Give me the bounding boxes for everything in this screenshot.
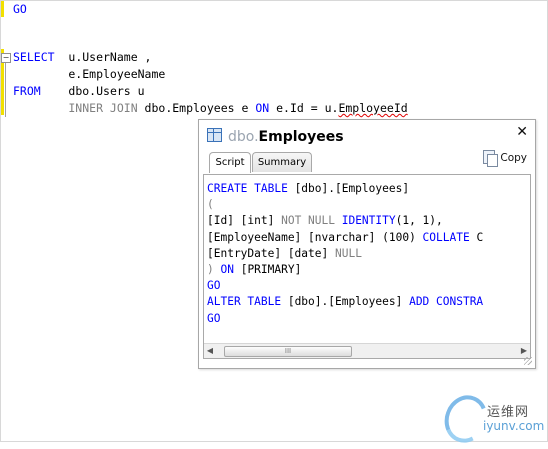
code-token: FROM: [13, 84, 41, 98]
tab-script[interactable]: Script: [209, 152, 251, 173]
copy-icon: [483, 150, 499, 167]
collapse-toggle-icon[interactable]: −: [1, 53, 11, 63]
code-token: GO: [13, 2, 27, 16]
script-token: ADD CONSTRA: [409, 295, 484, 309]
script-token: [EntryDate] [date]: [207, 246, 335, 260]
script-token: [Id] [int]: [207, 214, 282, 228]
close-icon[interactable]: ✕: [516, 124, 528, 140]
scroll-thumb[interactable]: III: [224, 346, 352, 357]
script-line: (: [207, 197, 483, 213]
script-token: ): [207, 263, 221, 277]
scroll-right-icon[interactable]: ▶: [518, 345, 530, 357]
watermark-logo: 运维网 iyunv.com: [438, 389, 545, 449]
script-token: ALTER TABLE: [207, 295, 288, 309]
code-line[interactable]: SELECT u.UserName ,: [13, 49, 151, 66]
script-token: ON: [220, 263, 241, 277]
resize-grip-icon[interactable]: [524, 357, 532, 365]
table-name: Employees: [258, 129, 344, 145]
change-marker: [1, 1, 4, 17]
script-token: [EmployeeName] [nvarchar]: [207, 230, 383, 244]
scroll-left-icon[interactable]: ◀: [204, 345, 216, 357]
script-line: ALTER TABLE [dbo].[Employees] ADD CONSTR…: [207, 294, 483, 310]
script-token: COLLATE: [422, 230, 477, 244]
flagged-identifier: EmployeeId: [338, 101, 408, 115]
code-line[interactable]: GO: [13, 1, 27, 18]
script-line: GO: [207, 278, 483, 294]
script-token: [dbo].[Employees]: [287, 295, 410, 309]
watermark-text: 运维网: [487, 405, 530, 420]
script-token: GO: [207, 279, 221, 293]
copy-button[interactable]: Copy: [483, 150, 527, 167]
outline-line: [5, 59, 6, 117]
code-token: dbo.Users u: [40, 84, 145, 98]
code-token: INNER JOIN: [13, 101, 138, 115]
code-line[interactable]: INNER JOIN dbo.Employees e ON e.Id = u.E…: [13, 100, 408, 117]
popup-title: dbo.Employees: [207, 126, 344, 148]
code-token: e.Id = u.: [269, 101, 339, 115]
script-line: GO: [207, 311, 483, 327]
script-token: NOT NULL: [281, 214, 342, 228]
editor-window: − GO SELECT u.UserName , e.EmployeeName FR…: [0, 0, 548, 449]
script-token: [PRIMARY]: [240, 263, 302, 277]
script-line: [Id] [int] NOT NULL IDENTITY(1, 1),: [207, 213, 483, 229]
script-viewer[interactable]: CREATE TABLE [dbo].[Employees]([Id] [int…: [203, 174, 531, 359]
script-token: (: [207, 198, 214, 212]
schema-name: dbo.: [228, 129, 259, 145]
script-token: GO: [207, 311, 221, 325]
watermark-url: iyunv.com: [483, 419, 545, 433]
script-token: (1, 1),: [395, 214, 443, 228]
script-line: [EmployeeName] [nvarchar] (100) COLLATE …: [207, 230, 483, 246]
script-token: [dbo].[Employees]: [294, 182, 410, 195]
table-icon: [207, 128, 222, 142]
horizontal-scrollbar[interactable]: ◀ III ▶: [204, 343, 530, 358]
script-line: CREATE TABLE [dbo].[Employees]: [207, 181, 483, 197]
code-line[interactable]: FROM dbo.Users u: [13, 83, 145, 100]
script-token: (100): [382, 230, 423, 244]
code-token: SELECT: [13, 50, 55, 64]
copy-label: Copy: [500, 152, 527, 164]
script-line: [EntryDate] [date] NULL: [207, 246, 483, 262]
script-line: ) ON [PRIMARY]: [207, 262, 483, 278]
script-token: IDENTITY: [341, 214, 396, 228]
code-token: dbo.Employees e: [137, 101, 256, 115]
tab-summary[interactable]: Summary: [252, 152, 312, 172]
script-token: CREATE TABLE: [207, 182, 295, 195]
code-token: u.UserName ,: [54, 50, 152, 64]
table-definition-popup: dbo.Employees ✕ Script Summary Copy CREA…: [198, 119, 536, 369]
code-token: ON: [255, 101, 270, 115]
code-token: e.EmployeeName: [13, 67, 166, 81]
script-text: CREATE TABLE [dbo].[Employees]([Id] [int…: [207, 181, 483, 327]
script-token: NULL: [334, 246, 362, 260]
code-line[interactable]: e.EmployeeName: [13, 66, 165, 83]
script-token: C: [476, 230, 484, 244]
